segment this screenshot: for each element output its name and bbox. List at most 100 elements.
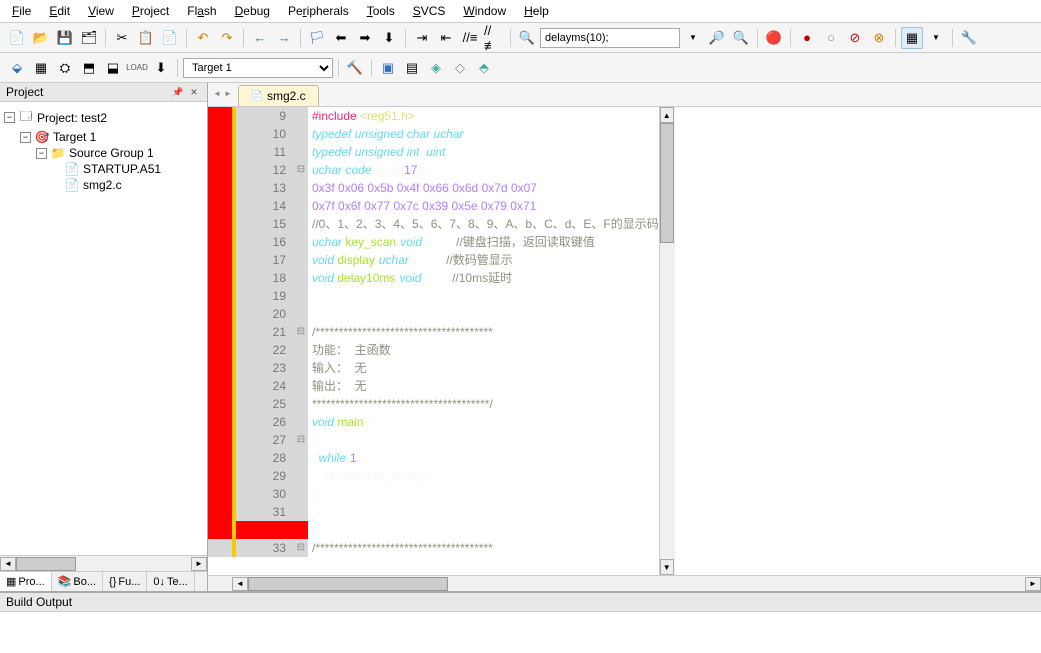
debug-icon[interactable]: 🔴 bbox=[763, 27, 785, 49]
code-line[interactable]: 20 bbox=[208, 305, 659, 323]
search-dropdown-icon[interactable]: ▼ bbox=[682, 27, 704, 49]
rebuild-icon[interactable]: ⛭ bbox=[54, 57, 76, 79]
code-line[interactable]: 22功能： 主函数 bbox=[208, 341, 659, 359]
code-editor[interactable]: 9#include <reg51.h>10typedef unsigned ch… bbox=[208, 107, 1041, 575]
editor-tab-smg2[interactable]: 📄 smg2.c bbox=[238, 85, 319, 106]
cut-icon[interactable]: ✂ bbox=[111, 27, 133, 49]
manage-icon[interactable]: ▤ bbox=[401, 57, 423, 79]
window-layout-icon[interactable]: ▦ bbox=[901, 27, 923, 49]
tree-file-startup[interactable]: 📄 STARTUP.A51 bbox=[2, 161, 205, 177]
code-line[interactable]: 31 bbox=[208, 503, 659, 521]
scroll-right-icon[interactable]: ► bbox=[191, 557, 207, 571]
save-all-icon[interactable]: 🗂 bbox=[78, 27, 100, 49]
code-line[interactable]: 23输入： 无 bbox=[208, 359, 659, 377]
stop-build-icon[interactable]: LOAD bbox=[126, 57, 148, 79]
bookmark-clear-icon[interactable]: ⬇ bbox=[378, 27, 400, 49]
code-line[interactable]: 18void delay10ms(void); //10ms延时 bbox=[208, 269, 659, 287]
bookmark-next-icon[interactable]: ➡ bbox=[354, 27, 376, 49]
panel-close-icon[interactable]: ✕ bbox=[187, 85, 201, 99]
code-line[interactable]: 21⊟/************************************… bbox=[208, 323, 659, 341]
code-line[interactable]: 26void main() bbox=[208, 413, 659, 431]
tab-project[interactable]: ▦Pro... bbox=[0, 572, 52, 591]
tree-target[interactable]: − 🎯 Target 1 bbox=[2, 129, 205, 145]
project-tree[interactable]: − 🗔 Project: test2 − 🎯 Target 1 − 📁 Sour… bbox=[0, 102, 207, 555]
outdent-icon[interactable]: ⇤ bbox=[435, 27, 457, 49]
editor-vscroll[interactable]: ▲ ▼ bbox=[659, 107, 675, 575]
code-line[interactable]: 15//0、1、2、3、4、5、6、7、8、9、A、b、C、d、E、F的显示码 bbox=[208, 215, 659, 233]
code-line[interactable]: 28 while(1) bbox=[208, 449, 659, 467]
menu-edit[interactable]: Edit bbox=[41, 2, 78, 20]
incremental-find-icon[interactable]: 🔍 bbox=[730, 27, 752, 49]
menu-help[interactable]: Help bbox=[516, 2, 557, 20]
target-select[interactable]: Target 1 bbox=[183, 58, 333, 78]
panel-pin-icon[interactable]: 📌 bbox=[171, 85, 185, 99]
code-line[interactable]: 33⊟/************************************… bbox=[208, 539, 659, 557]
tab-next-icon[interactable]: ► bbox=[223, 86, 233, 100]
scroll-up-icon[interactable]: ▲ bbox=[660, 107, 674, 123]
tree-file-smg2[interactable]: 📄 smg2.c bbox=[2, 177, 205, 193]
code-line[interactable]: 17void display(uchar); //数码管显示 bbox=[208, 251, 659, 269]
scroll-down-icon[interactable]: ▼ bbox=[660, 559, 674, 575]
menu-tools[interactable]: Tools bbox=[359, 2, 403, 20]
translate-icon[interactable]: ⬙ bbox=[6, 57, 28, 79]
redo-icon[interactable]: ↷ bbox=[216, 27, 238, 49]
tab-prev-icon[interactable]: ◄ bbox=[212, 86, 222, 100]
indent-icon[interactable]: ⇥ bbox=[411, 27, 433, 49]
download-icon[interactable]: ⬇ bbox=[150, 57, 172, 79]
tree-toggle-icon[interactable]: − bbox=[4, 112, 15, 123]
find-icon[interactable]: 🔎 bbox=[706, 27, 728, 49]
new-file-icon[interactable]: 📄 bbox=[6, 27, 28, 49]
find-in-files-icon[interactable]: 🔍 bbox=[516, 27, 538, 49]
scroll-left-icon[interactable]: ◄ bbox=[0, 557, 16, 571]
code-line[interactable]: 25**************************************… bbox=[208, 395, 659, 413]
code-line[interactable]: 12⊟uchar code table[17]={ bbox=[208, 161, 659, 179]
code-line[interactable]: 32 bbox=[208, 521, 659, 539]
open-file-icon[interactable]: 📂 bbox=[30, 27, 52, 49]
manage-rte-icon[interactable]: ◈ bbox=[425, 57, 447, 79]
uncomment-icon[interactable]: //≢ bbox=[483, 27, 505, 49]
build-all-icon[interactable]: ⬒ bbox=[78, 57, 100, 79]
pack-installer-icon[interactable]: ⬘ bbox=[473, 57, 495, 79]
code-line[interactable]: 27⊟{ bbox=[208, 431, 659, 449]
code-line[interactable]: 130x3f,0x06,0x5b,0x4f,0x66,0x6d,0x7d,0x0… bbox=[208, 179, 659, 197]
code-line[interactable]: 30} bbox=[208, 485, 659, 503]
search-input[interactable] bbox=[540, 28, 680, 48]
layout-dropdown-icon[interactable]: ▼ bbox=[925, 27, 947, 49]
menu-project[interactable]: Project bbox=[124, 2, 177, 20]
tab-functions[interactable]: {}Fu... bbox=[103, 572, 147, 591]
file-ext-icon[interactable]: ▣ bbox=[377, 57, 399, 79]
menu-peripherals[interactable]: Peripherals bbox=[280, 2, 357, 20]
menu-flash[interactable]: Flash bbox=[179, 2, 224, 20]
menu-window[interactable]: Window bbox=[455, 2, 514, 20]
menu-debug[interactable]: Debug bbox=[227, 2, 278, 20]
nav-back-icon[interactable]: ← bbox=[249, 27, 271, 49]
vscroll-thumb[interactable] bbox=[660, 123, 674, 243]
save-icon[interactable]: 💾 bbox=[54, 27, 76, 49]
hscroll-thumb[interactable] bbox=[248, 577, 448, 591]
paste-icon[interactable]: 📄 bbox=[159, 27, 181, 49]
code-line[interactable]: 140x7f,0x6f,0x77,0x7c,0x39,0x5e,0x79,0x7… bbox=[208, 197, 659, 215]
bookmark-icon[interactable]: 🏳 bbox=[306, 27, 328, 49]
menu-file[interactable]: File bbox=[4, 2, 39, 20]
project-hscroll[interactable]: ◄ ► bbox=[0, 555, 207, 571]
scroll-left-icon[interactable]: ◄ bbox=[232, 577, 248, 591]
tab-books[interactable]: 📚Bo... bbox=[52, 572, 103, 591]
bookmark-prev-icon[interactable]: ⬅ bbox=[330, 27, 352, 49]
code-line[interactable]: 9#include <reg51.h> bbox=[208, 107, 659, 125]
tree-toggle-icon[interactable]: − bbox=[36, 148, 47, 159]
tree-source-group[interactable]: − 📁 Source Group 1 bbox=[2, 145, 205, 161]
undo-icon[interactable]: ↶ bbox=[192, 27, 214, 49]
build-icon[interactable]: ▦ bbox=[30, 57, 52, 79]
breakpoint-insert-icon[interactable]: ● bbox=[796, 27, 818, 49]
copy-icon[interactable]: 📋 bbox=[135, 27, 157, 49]
batch-build-icon[interactable]: ⬓ bbox=[102, 57, 124, 79]
target-options-icon[interactable]: 🔨 bbox=[344, 57, 366, 79]
code-line[interactable]: 16uchar key_scan(void); //键盘扫描，返回读取键值 bbox=[208, 233, 659, 251]
code-line[interactable]: 19 bbox=[208, 287, 659, 305]
editor-hscroll[interactable]: ◄ ► bbox=[208, 575, 1041, 591]
select-pack-icon[interactable]: ◇ bbox=[449, 57, 471, 79]
tree-project-root[interactable]: − 🗔 Project: test2 bbox=[2, 106, 205, 129]
breakpoint-disable-icon[interactable]: ⊘ bbox=[844, 27, 866, 49]
menu-svcs[interactable]: SVCS bbox=[405, 2, 454, 20]
scroll-thumb[interactable] bbox=[16, 557, 76, 571]
